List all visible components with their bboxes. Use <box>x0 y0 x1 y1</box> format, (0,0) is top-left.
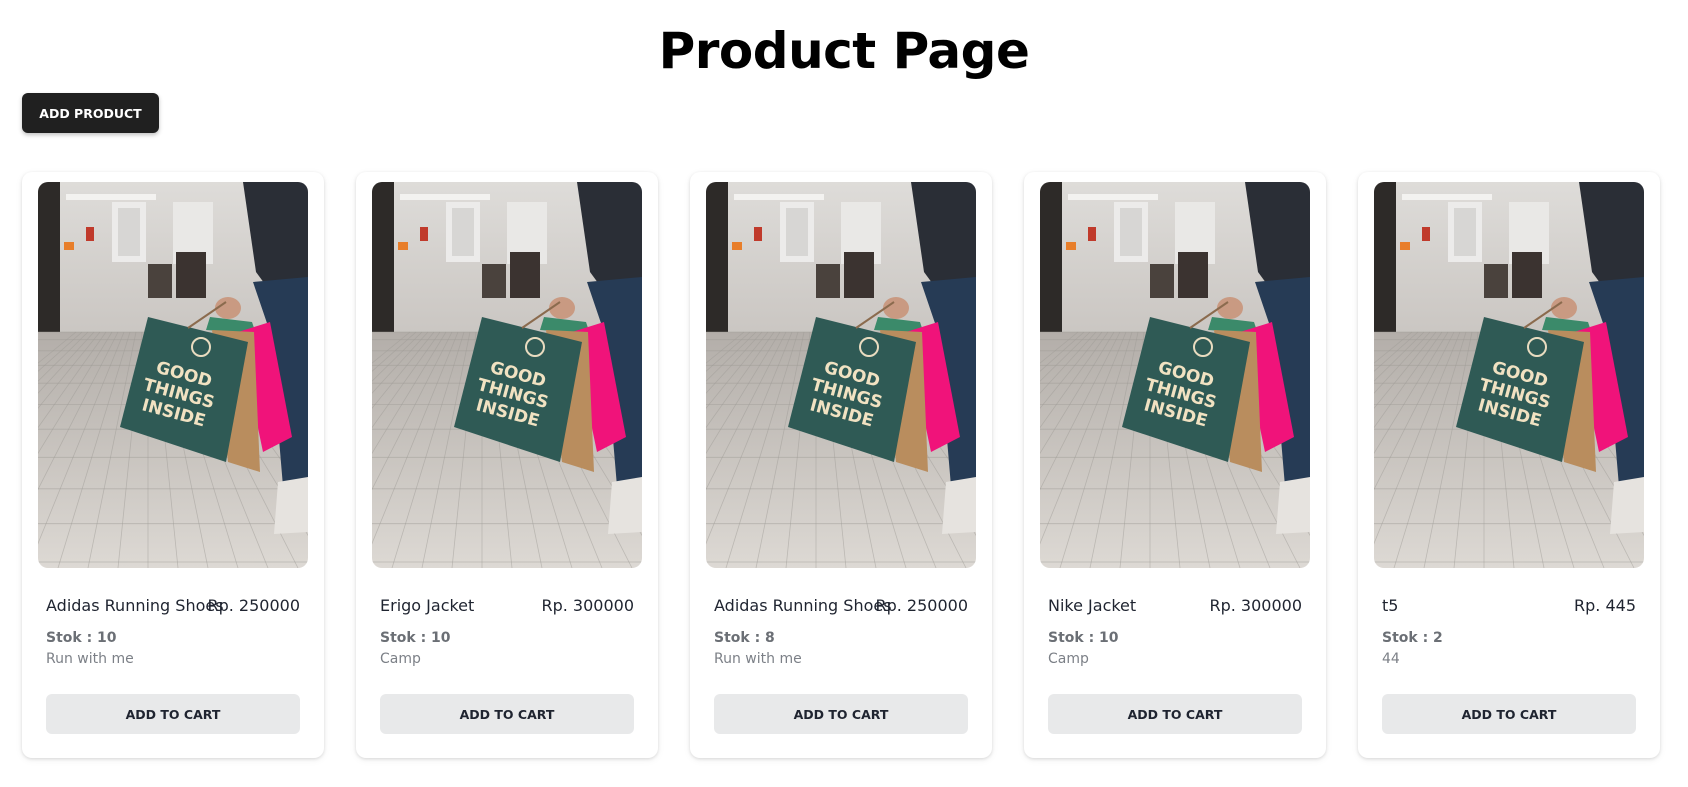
add-to-cart-button[interactable]: ADD TO CART <box>1048 694 1302 734</box>
product-price: Rp. 300000 <box>1209 596 1302 615</box>
product-card: GOOD THINGS INSIDE Adidas Running Shoes Rp… <box>22 172 324 758</box>
product-description: Run with me <box>46 651 134 667</box>
product-card: GOOD THINGS INSIDE Adidas Running Shoes Rp… <box>690 172 992 758</box>
page-title: Product Page <box>658 22 1030 80</box>
product-card: GOOD THINGS INSIDE Erigo Jacket Rp. 300000… <box>356 172 658 758</box>
product-stock: Stok : 8 <box>714 630 775 646</box>
add-product-button[interactable]: ADD PRODUCT <box>22 93 159 133</box>
product-image: GOOD THINGS INSIDE <box>706 182 976 568</box>
product-name: Adidas Running Shoes <box>46 596 224 615</box>
product-name: t5 <box>1382 596 1399 615</box>
product-stock: Stok : 10 <box>1048 630 1119 646</box>
product-card: GOOD THINGS INSIDE t5 Rp. 445 Stok : 2 44 … <box>1358 172 1660 758</box>
product-image: GOOD THINGS INSIDE <box>1374 182 1644 568</box>
product-name: Adidas Running Shoes <box>714 596 892 615</box>
product-stock: Stok : 10 <box>380 630 451 646</box>
product-description: Run with me <box>714 651 802 667</box>
product-image: GOOD THINGS INSIDE <box>38 182 308 568</box>
product-price: Rp. 250000 <box>207 596 300 615</box>
product-stock: Stok : 2 <box>1382 630 1443 646</box>
add-to-cart-button[interactable]: ADD TO CART <box>380 694 634 734</box>
product-image: GOOD THINGS INSIDE <box>1040 182 1310 568</box>
add-to-cart-button[interactable]: ADD TO CART <box>714 694 968 734</box>
product-price: Rp. 250000 <box>875 596 968 615</box>
add-to-cart-button[interactable]: ADD TO CART <box>1382 694 1636 734</box>
product-description: 44 <box>1382 651 1400 667</box>
product-price: Rp. 445 <box>1574 596 1636 615</box>
product-price: Rp. 300000 <box>541 596 634 615</box>
product-description: Camp <box>1048 651 1089 667</box>
product-name: Erigo Jacket <box>380 596 475 615</box>
product-card: GOOD THINGS INSIDE Nike Jacket Rp. 300000 … <box>1024 172 1326 758</box>
product-image: GOOD THINGS INSIDE <box>372 182 642 568</box>
product-description: Camp <box>380 651 421 667</box>
product-stock: Stok : 10 <box>46 630 117 646</box>
product-grid: GOOD THINGS INSIDE Adidas Running Shoes Rp… <box>22 172 1672 758</box>
add-to-cart-button[interactable]: ADD TO CART <box>46 694 300 734</box>
product-name: Nike Jacket <box>1048 596 1137 615</box>
